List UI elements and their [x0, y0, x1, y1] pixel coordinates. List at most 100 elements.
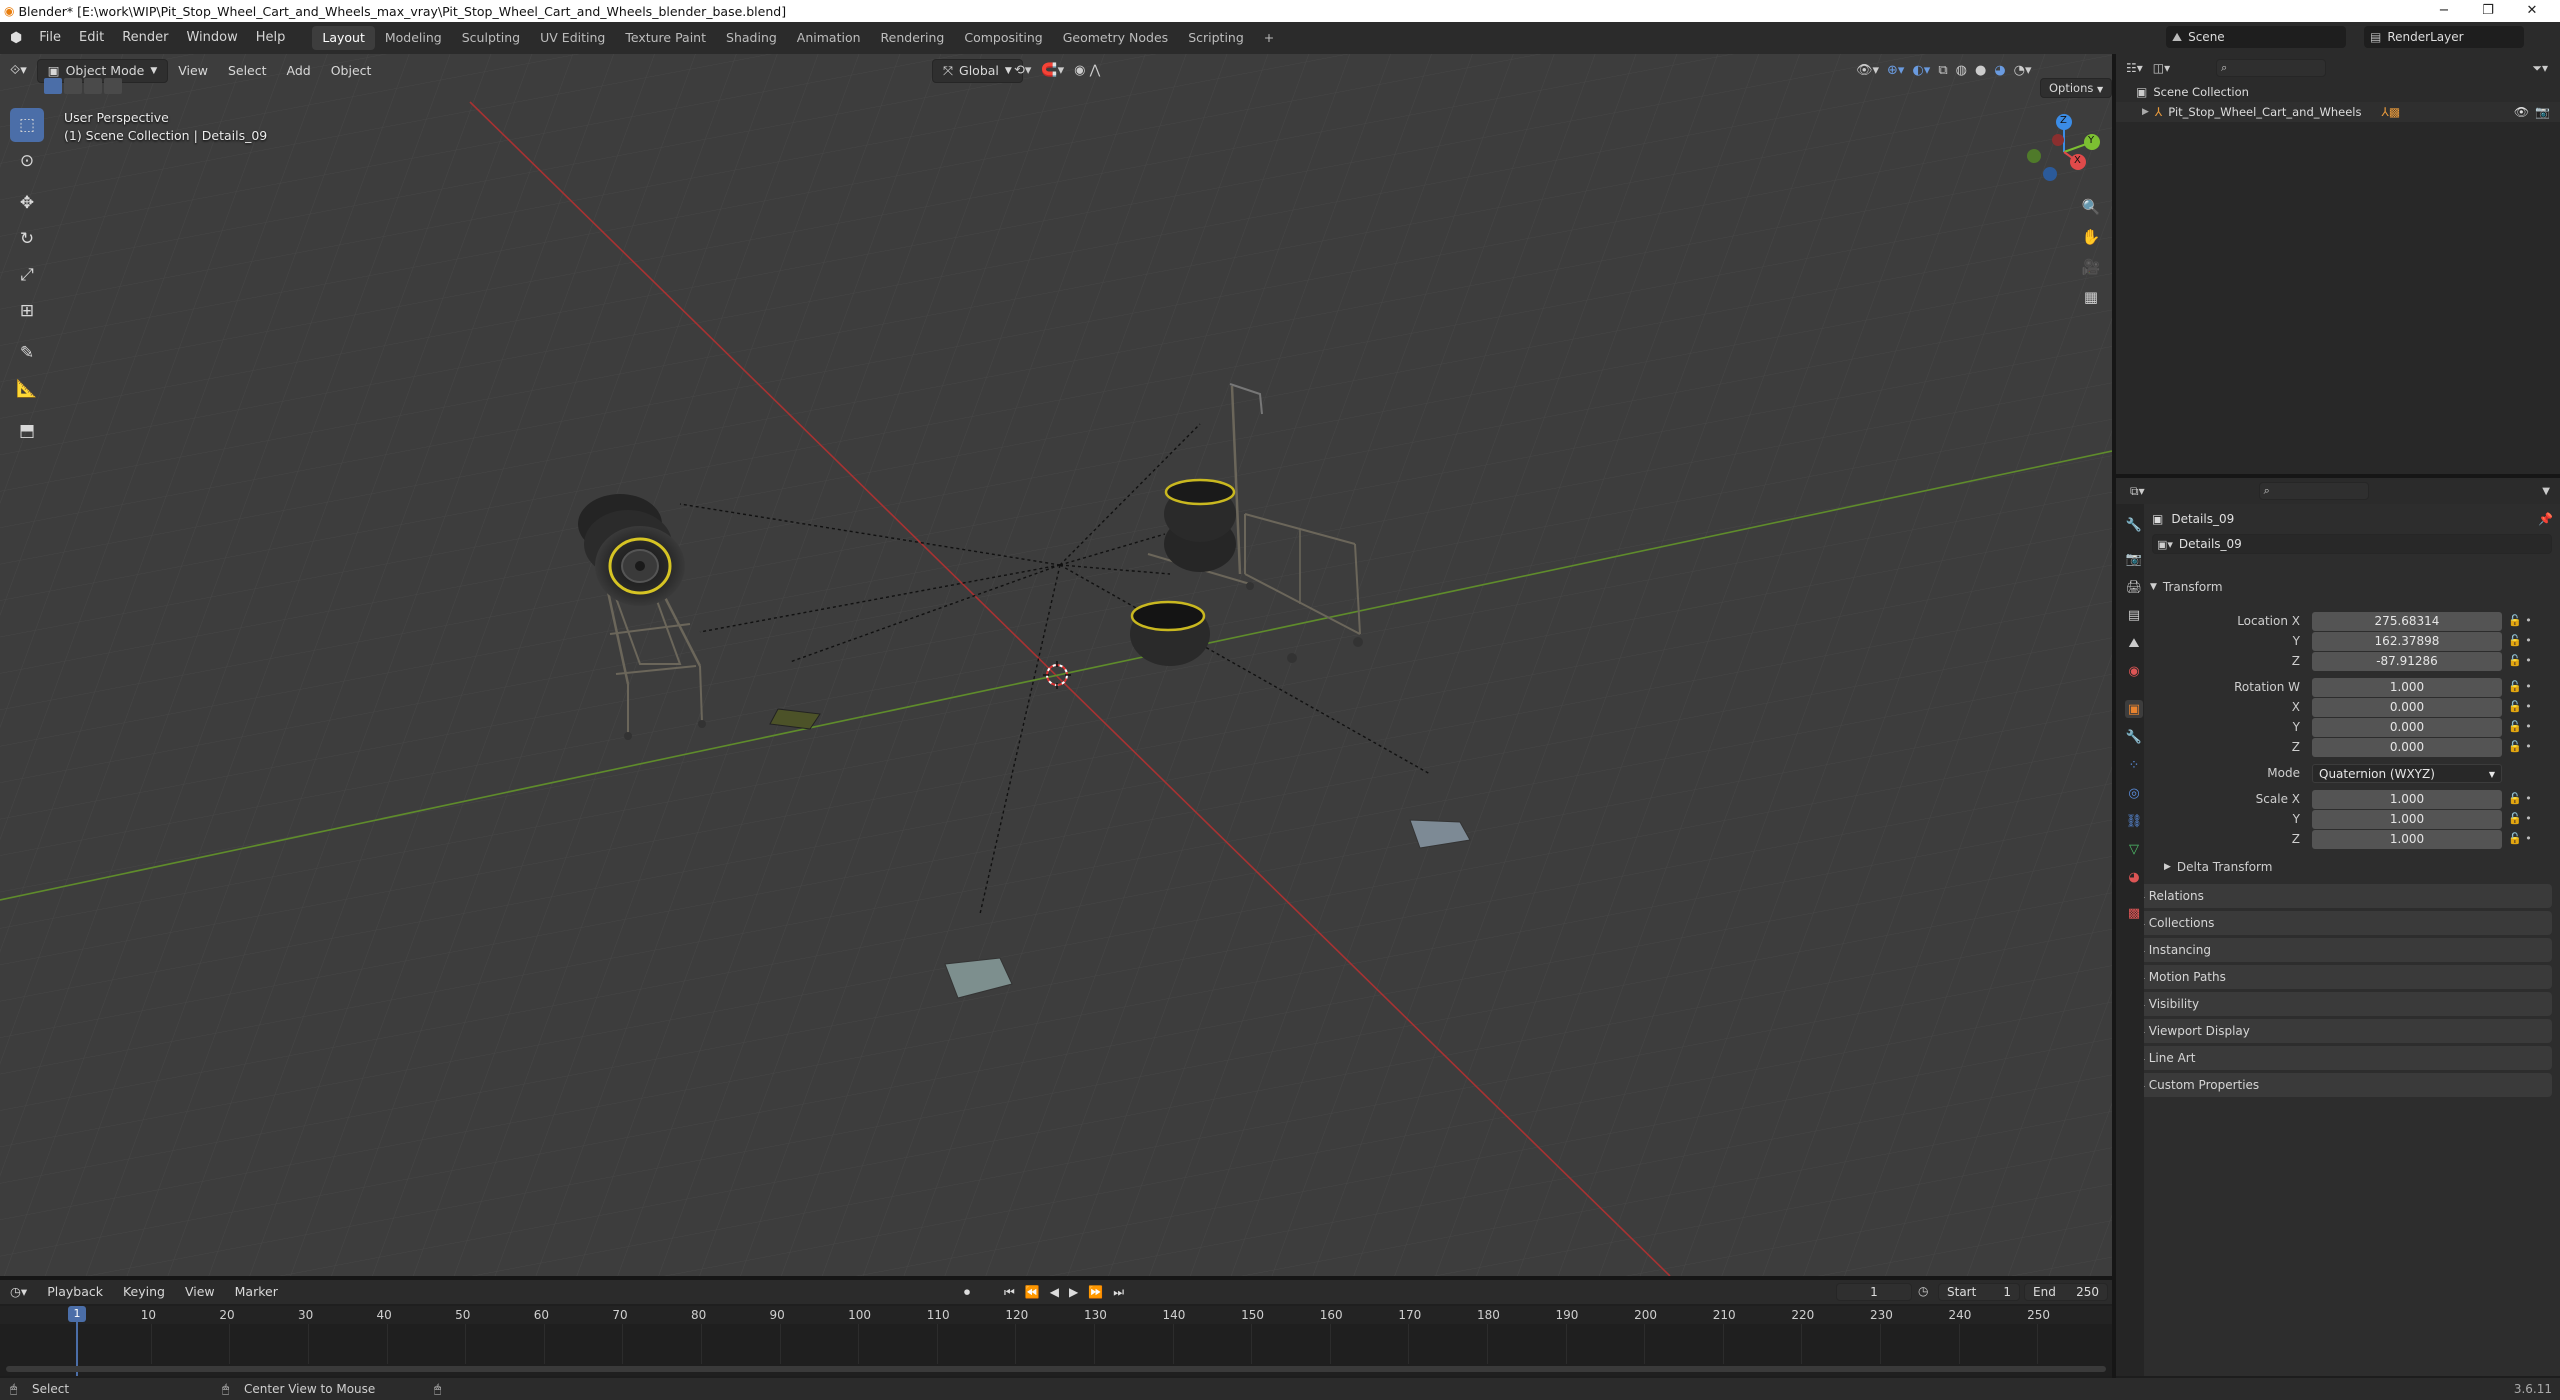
- gizmo-toggle-icon[interactable]: ⊕▾: [1887, 59, 1904, 83]
- render-camera-icon[interactable]: 📷: [2535, 105, 2560, 119]
- lock-icon[interactable]: 🔓 •: [2508, 634, 2548, 647]
- menu-marker[interactable]: Marker: [225, 1280, 288, 1304]
- lock-icon[interactable]: 🔓 •: [2508, 740, 2548, 753]
- minimize-button[interactable]: −: [2424, 0, 2464, 22]
- location-z-field[interactable]: -87.91286: [2312, 652, 2502, 671]
- panel-visibility[interactable]: ▶ Visibility: [2130, 992, 2552, 1016]
- add-cube-tool-icon[interactable]: ⬒: [10, 414, 44, 448]
- panel-relations[interactable]: ▶ Relations: [2130, 884, 2552, 908]
- particles-tab-icon[interactable]: ⁘: [2125, 756, 2143, 774]
- cursor-tool-icon[interactable]: ⊙: [10, 144, 44, 178]
- zoom-icon[interactable]: 🔍: [2076, 192, 2106, 222]
- texture-tab-icon[interactable]: ▩: [2125, 904, 2143, 922]
- rotation-y-field[interactable]: 0.000: [2312, 718, 2502, 737]
- menu-file[interactable]: File: [30, 22, 70, 54]
- navigation-gizmo[interactable]: Z Y X: [2020, 110, 2110, 190]
- outliner-row-object[interactable]: ▶ ⅄ Pit_Stop_Wheel_Cart_and_Wheels ⅄▩ 👁 …: [2116, 102, 2560, 122]
- modifier-tab-icon[interactable]: 🔧: [2125, 728, 2143, 746]
- select-subtract-icon[interactable]: [84, 78, 102, 94]
- chevron-down-icon[interactable]: ▼: [2542, 486, 2560, 497]
- physics-tab-icon[interactable]: ◎: [2125, 784, 2143, 802]
- panel-viewport-display[interactable]: ▶ Viewport Display: [2130, 1019, 2552, 1043]
- object-tab-icon[interactable]: ▣: [2125, 700, 2143, 718]
- pan-hand-icon[interactable]: ✋: [2076, 222, 2106, 252]
- next-keyframe-icon[interactable]: ⏩: [1088, 1283, 1103, 1301]
- outliner-editor-icon[interactable]: ☷▾: [2126, 61, 2143, 75]
- shading-solid-icon[interactable]: ●: [1975, 59, 1986, 83]
- lock-icon[interactable]: 🔓 •: [2508, 812, 2548, 825]
- view-layer-tab-icon[interactable]: ▤: [2125, 606, 2143, 624]
- play-reverse-icon[interactable]: ◀: [1050, 1283, 1059, 1301]
- prev-keyframe-icon[interactable]: ⏪: [1025, 1283, 1040, 1301]
- shading-rendered-icon[interactable]: ◔▾: [2014, 59, 2032, 83]
- snap-icon[interactable]: 🧲▾: [1041, 59, 1064, 83]
- camera-view-icon[interactable]: 🎥: [2076, 252, 2106, 282]
- tab-layout[interactable]: Layout: [312, 26, 375, 50]
- menu-keying[interactable]: Keying: [113, 1280, 175, 1304]
- view-layer-selector[interactable]: ▤ RenderLayer: [2364, 26, 2524, 48]
- scene-tab-icon[interactable]: ⛰: [2125, 634, 2143, 652]
- rotation-w-field[interactable]: 1.000: [2312, 678, 2502, 697]
- panel-line-art[interactable]: ▶ Line Art: [2130, 1046, 2552, 1070]
- scale-z-field[interactable]: 1.000: [2312, 830, 2502, 849]
- add-workspace-button[interactable]: +: [1254, 26, 1284, 50]
- tab-scripting[interactable]: Scripting: [1178, 26, 1254, 50]
- end-frame-field[interactable]: End 250: [2024, 1283, 2108, 1301]
- location-y-field[interactable]: 162.37898: [2312, 632, 2502, 651]
- scale-x-field[interactable]: 1.000: [2312, 790, 2502, 809]
- delta-transform-subpanel[interactable]: ▶ Delta Transform: [2164, 860, 2272, 874]
- tab-compositing[interactable]: Compositing: [954, 26, 1052, 50]
- expand-arrow-icon[interactable]: ▶: [2142, 107, 2149, 117]
- rotation-z-field[interactable]: 0.000: [2312, 738, 2502, 757]
- transform-orientation-dropdown[interactable]: ⤧ Global ▼: [932, 59, 1023, 83]
- menu-render[interactable]: Render: [113, 22, 177, 54]
- jump-end-icon[interactable]: ⏭: [1113, 1283, 1124, 1301]
- display-mode-icon[interactable]: ◫▾: [2153, 61, 2170, 75]
- panel-motion-paths[interactable]: ▶ Motion Paths: [2130, 965, 2552, 989]
- blender-menu-icon[interactable]: ⬢: [0, 30, 30, 46]
- menu-timeline-view[interactable]: View: [175, 1280, 225, 1304]
- move-tool-icon[interactable]: ✥: [10, 186, 44, 220]
- jump-start-icon[interactable]: ⏮: [1004, 1283, 1015, 1301]
- tab-shading[interactable]: Shading: [716, 26, 787, 50]
- lock-icon[interactable]: 🔓 •: [2508, 700, 2548, 713]
- tab-geometry-nodes[interactable]: Geometry Nodes: [1053, 26, 1178, 50]
- scale-tool-icon[interactable]: ⤢: [10, 258, 44, 292]
- shading-wireframe-icon[interactable]: ◍: [1956, 59, 1967, 83]
- render-tab-icon[interactable]: 📷: [2125, 550, 2143, 568]
- record-icon[interactable]: ⏺: [964, 1283, 970, 1301]
- outliner-row-scene-collection[interactable]: ▣ Scene Collection: [2116, 82, 2560, 102]
- select-invert-icon[interactable]: [104, 78, 122, 94]
- menu-window[interactable]: Window: [177, 22, 246, 54]
- tab-rendering[interactable]: Rendering: [871, 26, 955, 50]
- 3d-viewport[interactable]: [0, 54, 2112, 1276]
- pivot-icon[interactable]: ⟲▾: [1014, 59, 1031, 83]
- pin-icon[interactable]: 📌: [2538, 512, 2553, 526]
- lock-icon[interactable]: 🔓 •: [2508, 720, 2548, 733]
- overlay-toggle-icon[interactable]: ◐▾: [1912, 59, 1930, 83]
- scale-y-field[interactable]: 1.000: [2312, 810, 2502, 829]
- timeline-scrollbar[interactable]: [6, 1366, 2106, 1372]
- outliner-search-input[interactable]: ⌕: [2216, 59, 2327, 77]
- properties-editor-icon[interactable]: ⧉▾: [2130, 484, 2145, 499]
- menu-select[interactable]: Select: [218, 59, 277, 83]
- lock-icon[interactable]: 🔓 •: [2508, 654, 2548, 667]
- tool-settings-tab-icon[interactable]: 🔧: [2125, 516, 2143, 534]
- options-dropdown[interactable]: Options ▼: [2040, 78, 2113, 98]
- rotation-x-field[interactable]: 0.000: [2312, 698, 2502, 717]
- location-x-field[interactable]: 275.68314: [2312, 612, 2502, 631]
- playhead-frame-badge[interactable]: 1: [68, 1306, 86, 1322]
- select-box-tool-icon[interactable]: ⬚: [10, 108, 44, 142]
- clock-icon[interactable]: ◷: [1918, 1284, 1928, 1298]
- output-tab-icon[interactable]: 🖨: [2125, 578, 2143, 596]
- menu-edit[interactable]: Edit: [70, 22, 113, 54]
- scene-selector[interactable]: ⛰ Scene: [2166, 26, 2346, 48]
- tab-uv-editing[interactable]: UV Editing: [530, 26, 615, 50]
- menu-view[interactable]: View: [168, 59, 218, 83]
- tab-sculpting[interactable]: Sculpting: [452, 26, 530, 50]
- lock-icon[interactable]: 🔓 •: [2508, 614, 2548, 627]
- transform-tool-icon[interactable]: ⊞: [10, 294, 44, 328]
- world-tab-icon[interactable]: ◉: [2125, 662, 2143, 680]
- proportional-edit-icon[interactable]: ◉ ⋀: [1074, 59, 1100, 83]
- timeline-editor-icon[interactable]: ◷▾: [0, 1280, 37, 1304]
